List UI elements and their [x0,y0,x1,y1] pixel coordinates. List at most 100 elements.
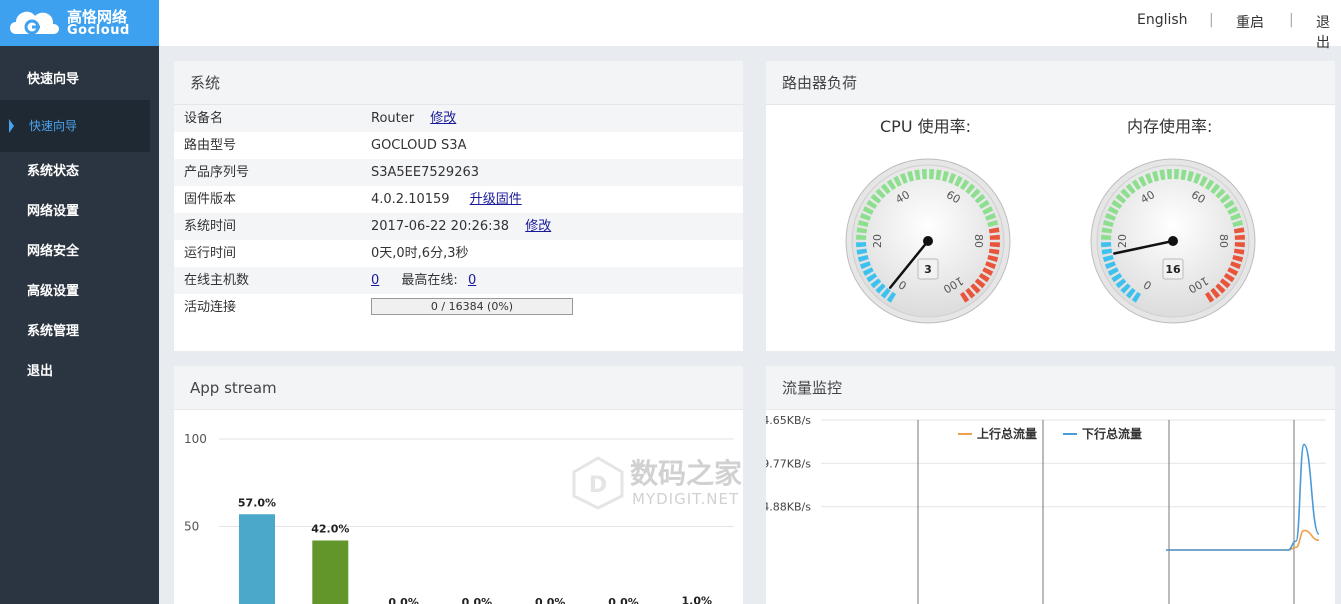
edit-time-link[interactable]: 修改 [525,219,551,234]
online-hosts-label: 在线主机数 [184,273,250,288]
gauge-value-text: 3 [924,263,932,276]
gauge-scale-segment [1101,242,1112,248]
logout-link[interactable]: 退出 [1316,12,1341,52]
bar [312,540,349,604]
device-name-cell: Router 修改 [371,105,456,132]
online-hosts-link[interactable]: 0 [371,273,379,288]
system-panel: 系统 设备名 Router 修改 路由型号 GOCLOUD S3A 产品序列号 … [174,61,743,351]
bar-data-label: 42.0% [311,523,349,536]
row-serial: 产品序列号 S3A5EE7529263 [174,159,743,186]
model-value: GOCLOUD S3A [371,138,467,153]
gauge-scale-segment [856,242,867,248]
bar-data-label: 57.0% [238,496,276,509]
serial-value: S3A5EE7529263 [371,165,480,180]
panel-title: 系统 [174,61,743,105]
bar-data-label: 0.0% [462,596,493,604]
row-active-connections: 活动连接 0 / 16384 (0%) [174,294,743,321]
row-firmware: 固件版本 4.0.2.10159 升级固件 [174,186,743,213]
caret-right-icon [9,119,14,133]
bar-data-label: 0.0% [608,596,639,604]
gauge-scale-segment [921,169,927,180]
system-time-value: 2017-06-22 20:26:38 [371,219,510,234]
top-bar: English | 重启 | 退出 [159,0,1341,51]
reboot-link[interactable]: 重启 [1236,12,1264,32]
memory-gauge-title: 内存使用率: [1127,117,1213,136]
panel-title: 流量监控 [766,366,1335,410]
gauge-needle-hub [923,236,933,246]
gauge-tick-label: 80 [1217,234,1230,248]
row-model: 路由型号 GOCLOUD S3A [174,132,743,159]
top-separator: | [1209,12,1214,28]
sidebar-item-system-management[interactable]: 系统管理 [0,312,159,352]
row-uptime: 运行时间 0天,0时,6分,3秒 [174,240,743,267]
online-hosts-cell: 0 最高在线: 0 [371,267,476,294]
cpu-gauge-title: CPU 使用率: [880,117,972,136]
bar [239,514,275,604]
bar-data-label: 1.0% [682,594,713,604]
gauge-scale-segment [929,169,935,180]
cloud-logo-icon [10,11,59,35]
memory-usage-gauge: 02040 608010016 [1090,158,1256,324]
gauge-tick-label: 80 [972,234,985,248]
gauge-scale-segment [1234,234,1245,240]
sidebar-item-network-security[interactable]: 网络安全 [0,232,159,272]
gauge-scale-segment [1166,169,1172,180]
bar-data-label: 0.0% [535,596,566,604]
gauge-needle-hub [1168,236,1178,246]
series-line [1166,529,1320,551]
legend-label: 上行总流量 [977,426,1037,441]
language-english-link[interactable]: English [1137,12,1188,28]
firmware-label: 固件版本 [184,192,237,207]
y-tick-label: 9.77KB/s [766,457,811,470]
gauge-scale-segment [989,242,1000,248]
firmware-cell: 4.0.2.10159 升级固件 [371,186,522,213]
app-stream-panel: App stream 100 50 57.0% 42.0% 0.0% 0.0% 0.0% 0.… [174,366,743,604]
max-online-label: 最高在线: [401,273,458,288]
gauge-scale-segment [989,234,1000,240]
sidebar-item-advanced-settings[interactable]: 高级设置 [0,272,159,312]
y-tick-label: 14.65KB/s [766,414,811,427]
firmware-value: 4.0.2.10159 [371,192,450,207]
max-online-link[interactable]: 0 [468,273,476,288]
y-tick-label: 50 [184,520,199,534]
sidebar-item-system-status[interactable]: 系统状态 [0,152,159,192]
sidebar: 高恪网络 Gocloud 快速向导 快速向导 系统状态 网络设置 网络安全 高级… [0,0,159,604]
panel-title: 路由器负荷 [766,61,1335,105]
device-name-value: Router [371,111,415,126]
row-system-time: 系统时间 2017-06-22 20:26:38 修改 [174,213,743,240]
bar-data-label: 0.0% [388,596,419,604]
traffic-chart: 14.65KB/s 9.77KB/s 4.88KB/s 上行总流量 下行总流量 [766,414,1326,604]
row-online-hosts: 在线主机数 0 最高在线: 0 [174,267,743,294]
active-connections-cell: 0 / 16384 (0%) [371,294,573,321]
legend-label: 下行总流量 [1082,426,1142,441]
connections-progress-bar: 0 / 16384 (0%) [371,298,573,315]
active-connections-label: 活动连接 [184,300,237,315]
sidebar-nav: 快速向导 快速向导 系统状态 网络设置 网络安全 高级设置 系统管理 退出 [0,60,159,392]
system-time-label: 系统时间 [184,219,237,234]
uptime-label: 运行时间 [184,246,237,261]
logo[interactable]: 高恪网络 Gocloud [0,0,159,46]
top-separator: | [1289,12,1294,28]
uptime-value: 0天,0时,6分,3秒 [371,246,469,261]
panel-title: App stream [174,366,743,410]
sidebar-item-quick-guide[interactable]: 快速向导 [0,60,159,100]
gauge-tick-label: 20 [871,234,884,248]
sidebar-item-logout[interactable]: 退出 [0,352,159,392]
y-tick-label: 100 [184,432,207,446]
router-load-panel: 路由器负荷 CPU 使用率: 内存使用率: 0 20 40 60 80 100 3 0 20 4… [766,61,1335,351]
upgrade-firmware-link[interactable]: 升级固件 [470,192,522,207]
gauge-scale-segment [1101,234,1112,240]
model-label: 路由型号 [184,138,237,153]
edit-device-name-link[interactable]: 修改 [430,111,456,126]
y-tick-label: 4.88KB/s [766,501,811,514]
sidebar-subitem-label: 快速向导 [29,119,78,133]
gauge-scale-segment [1234,242,1245,248]
series-line [1166,443,1320,551]
serial-label: 产品序列号 [184,165,250,180]
sidebar-item-network-settings[interactable]: 网络设置 [0,192,159,232]
traffic-monitor-panel: 流量监控 14.65KB/s 9.77KB/s 4.88KB/s 上行总流量 下行总流量 [766,366,1335,604]
gauge-tick-label: 20 [1116,234,1129,248]
sidebar-subitem-quick-guide[interactable]: 快速向导 [0,100,150,152]
gauge-value-text: 16 [1165,263,1181,276]
device-name-label: 设备名 [184,111,224,126]
